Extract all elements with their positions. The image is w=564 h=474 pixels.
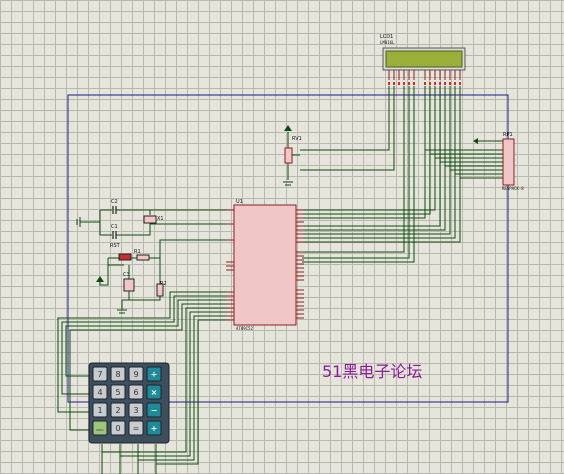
rst-ref-label: RST <box>110 243 121 249</box>
rp-body <box>502 138 515 186</box>
keypad-key-label: 0 <box>115 424 120 433</box>
lcd-pins <box>388 70 461 80</box>
rp-part-label: RESPACK-8 <box>502 186 524 191</box>
rp-supply-arrow <box>473 138 478 144</box>
mcu-body <box>233 204 297 326</box>
c3-body <box>123 278 135 292</box>
keypad-key-label: 3 <box>133 406 138 415</box>
oscillator-circuit[interactable]: C2 C1 X1 <box>76 199 226 239</box>
keypad-key[interactable]: − <box>146 402 162 418</box>
keypad-key-label: 7 <box>97 370 102 379</box>
crystal-x1 <box>143 215 157 224</box>
pot-supply-arrow <box>284 125 292 131</box>
lcd-data-bus <box>300 86 461 263</box>
reset-switch <box>118 253 132 261</box>
x1-ref-label: X1 <box>157 216 164 222</box>
keypad-key[interactable]: 0 <box>110 420 126 436</box>
keypad-key[interactable]: 1 <box>92 402 108 418</box>
keypad-key-label: ON/C <box>96 428 104 432</box>
rp-ref-label: RP1 <box>503 132 513 138</box>
mcu-u1[interactable]: U1 AT89C52 <box>226 199 304 331</box>
keypad-key[interactable]: + <box>146 420 162 436</box>
keypad-key-label: 4 <box>97 388 102 397</box>
keypad-key-label: × <box>151 388 158 397</box>
r1-ref-label: R1 <box>134 249 141 255</box>
keypad-key[interactable]: 2 <box>110 402 126 418</box>
lcd-pin-markers <box>388 82 461 85</box>
keypad-key-label: 1 <box>97 406 102 415</box>
keypad-key-label: ÷ <box>151 370 158 379</box>
mcu-ref-label: U1 <box>236 199 243 205</box>
r2-body <box>156 283 164 297</box>
r1-body <box>136 254 150 261</box>
keypad-key-label: + <box>151 424 158 433</box>
keypad-key[interactable]: 5 <box>110 384 126 400</box>
keypad-key-label: 2 <box>115 406 120 415</box>
watermark-text: 51黑电子论坛 <box>322 362 423 381</box>
keypad-key-label: 9 <box>133 370 138 379</box>
keypad-key[interactable]: 3 <box>128 402 144 418</box>
keypad-key[interactable]: 4 <box>92 384 108 400</box>
potentiometer-rv1[interactable]: RV1 <box>283 125 302 186</box>
keypad-key-label: 8 <box>115 370 120 379</box>
keypad-key-label: − <box>151 406 158 415</box>
keypad[interactable]: 7 8 9 ÷ 4 5 6 × 1 2 3 − ON/C 0 = + <box>88 362 170 444</box>
lcd-screen <box>385 50 463 68</box>
c2-ref-label: C2 <box>111 199 118 205</box>
schematic-canvas[interactable]: LCD1 LM016L RV1 RP1 RESPACK-8 U1 AT89C52… <box>0 0 564 474</box>
keypad-key[interactable]: 8 <box>110 366 126 382</box>
keypad-key-label: 5 <box>115 388 120 397</box>
keypad-key-label: 6 <box>133 388 138 397</box>
lcd-module[interactable]: LCD1 LM016L <box>380 34 466 85</box>
keypad-key[interactable]: 6 <box>128 384 144 400</box>
keypad-key[interactable]: = <box>128 420 144 436</box>
mcu-right-pins <box>296 209 304 319</box>
reset-supply-arrow <box>96 276 104 282</box>
keypad-key[interactable]: × <box>146 384 162 400</box>
keypad-key[interactable]: 7 <box>92 366 108 382</box>
lcd-part-label: LM016L <box>380 40 395 45</box>
pot-ref-label: RV1 <box>292 136 302 142</box>
keypad-key[interactable]: ÷ <box>146 366 162 382</box>
pot-body <box>284 147 293 164</box>
mcu-part-label: AT89C52 <box>236 326 253 331</box>
keypad-key[interactable]: 9 <box>128 366 144 382</box>
mcu-left-pins <box>226 209 234 321</box>
keypad-key[interactable]: ON/C <box>92 420 108 436</box>
c1-ref-label: C1 <box>111 224 118 230</box>
keypad-key-label: = <box>133 424 140 433</box>
reset-circuit[interactable]: RST R1 C3 R2 <box>96 239 226 314</box>
